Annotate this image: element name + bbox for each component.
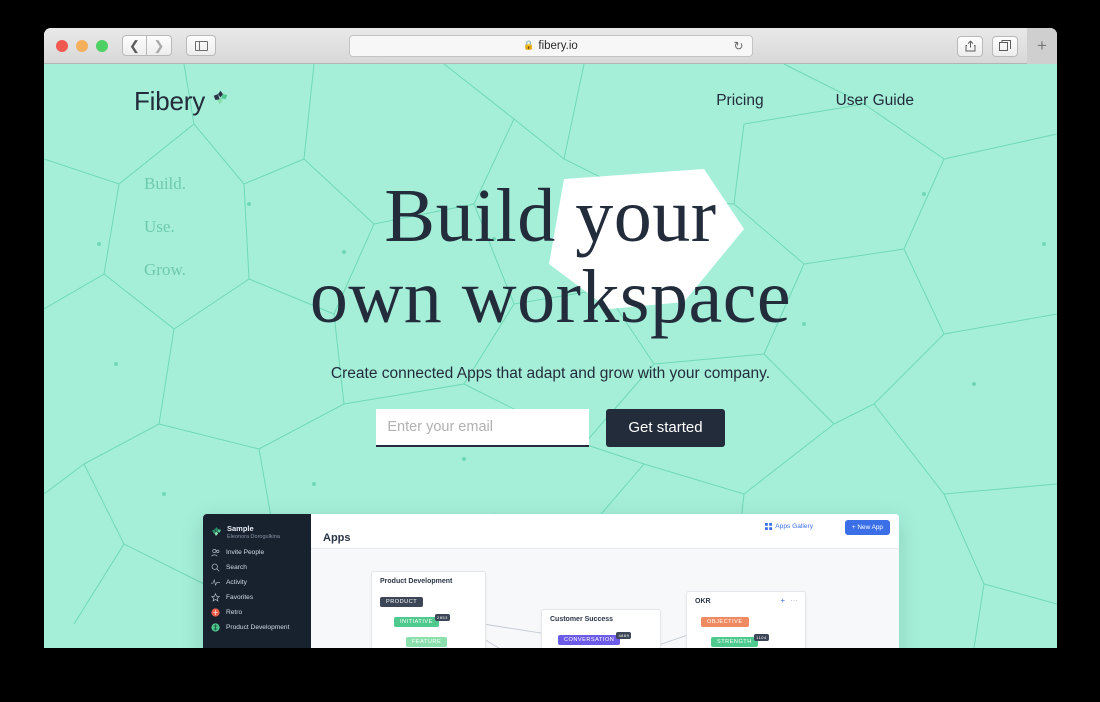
fibery-logo[interactable]: Fibery bbox=[134, 86, 229, 117]
back-button[interactable]: ❮ bbox=[122, 35, 147, 56]
lock-icon: 🔒 bbox=[523, 40, 535, 50]
entity-chip[interactable]: PRODUCT bbox=[380, 597, 424, 607]
show-tabs-button[interactable] bbox=[992, 35, 1018, 57]
sidebar-toggle-button[interactable] bbox=[186, 35, 216, 56]
get-started-button[interactable]: Get started bbox=[606, 408, 725, 447]
sidebar-item-label: Invite People bbox=[226, 549, 265, 556]
sidebar-item-invite-people[interactable]: Invite People bbox=[203, 545, 311, 560]
sidebar-item-label: Product Development bbox=[226, 624, 290, 631]
url-text: fibery.io bbox=[538, 39, 578, 52]
app-card-product-development[interactable]: Product Development PRODUCT INITIATIVE 28… bbox=[371, 571, 486, 648]
headline-line-2: own workspace bbox=[309, 255, 792, 340]
card-actions: + ··· bbox=[780, 597, 798, 605]
workspace-name: Sample bbox=[227, 524, 254, 533]
sidebar-toggle-icon bbox=[194, 40, 208, 51]
chip-count: 4889 bbox=[616, 632, 632, 639]
hero-section: Build your own workspace Create connecte… bbox=[44, 174, 1057, 447]
app-header: Apps question-mark-icon Apps Gallery + N… bbox=[311, 514, 899, 549]
new-app-button[interactable]: + New App bbox=[844, 520, 890, 535]
hero-subtitle: Create connected Apps that adapt and gro… bbox=[330, 364, 771, 382]
entity-chip[interactable]: INITIATIVE 2853 bbox=[394, 614, 450, 627]
app-card-okr[interactable]: OKR + ··· OBJECTIVE STRENGTH 1104 bbox=[686, 591, 806, 648]
card-title: Customer Success bbox=[550, 616, 614, 623]
signup-form: Get started bbox=[44, 408, 1057, 447]
browser-toolbar: ❮ ❯ 🔒 fibery.io ↻ + bbox=[44, 28, 1057, 64]
entity-chip[interactable]: CONVERSATION 4889 bbox=[558, 632, 632, 645]
workspace-user: Eleonora Dorogulkina bbox=[227, 534, 280, 540]
minimize-window-button[interactable] bbox=[76, 39, 88, 52]
entity-chip[interactable]: FEATURE bbox=[406, 637, 448, 647]
share-button[interactable] bbox=[957, 35, 983, 57]
sidebar-item-activity[interactable]: Activity bbox=[203, 575, 311, 590]
email-input[interactable] bbox=[376, 408, 590, 447]
screen-root: ❮ ❯ 🔒 fibery.io ↻ + Fibery Pricing User … bbox=[0, 0, 1100, 702]
card-more-button[interactable]: ··· bbox=[790, 597, 798, 605]
page-title: Apps bbox=[323, 532, 351, 544]
product-avatar-icon bbox=[211, 623, 220, 632]
add-entity-button[interactable]: + bbox=[780, 597, 785, 605]
sidebar-item-label: Retro bbox=[226, 609, 243, 616]
forward-button[interactable]: ❯ bbox=[147, 35, 172, 56]
sidebar-item-product-development[interactable]: Product Development bbox=[203, 620, 311, 635]
sidebar-item-label: Activity bbox=[226, 579, 247, 586]
app-main: Apps question-mark-icon Apps Gallery + N… bbox=[311, 514, 899, 648]
card-title: Product Development bbox=[380, 578, 453, 585]
logo-text: Fibery bbox=[134, 85, 206, 116]
sidebar-item-favorites[interactable]: Favorites bbox=[203, 590, 311, 605]
sidebar-item-search[interactable]: Search bbox=[203, 560, 311, 575]
product-screenshot: Sample Eleonora Dorogulkina Invite Peopl… bbox=[203, 514, 899, 648]
reload-button[interactable]: ↻ bbox=[733, 39, 743, 53]
app-card-customer-success[interactable]: Customer Success CONVERSATION4889 REQUES… bbox=[541, 609, 661, 648]
sidebar-item-label: Search bbox=[226, 564, 247, 571]
apps-gallery-label: Apps Gallery bbox=[775, 523, 813, 530]
entity-chip[interactable]: OBJECTIVE bbox=[701, 617, 749, 627]
app-sidebar: Sample Eleonora Dorogulkina Invite Peopl… bbox=[203, 514, 311, 648]
site-header: Fibery Pricing User Guide bbox=[44, 64, 1057, 138]
toolbar-right-tools: + bbox=[957, 28, 1057, 64]
fibery-mark-icon bbox=[212, 527, 221, 536]
nav-link-pricing[interactable]: Pricing bbox=[716, 92, 763, 110]
star-icon bbox=[211, 593, 220, 602]
headline-line-1: Build your bbox=[384, 174, 717, 258]
grid-icon bbox=[765, 523, 773, 530]
chip-count: 2853 bbox=[434, 614, 450, 621]
maximize-window-button[interactable] bbox=[96, 39, 108, 52]
show-tabs-icon bbox=[999, 40, 1011, 51]
address-bar[interactable]: 🔒 fibery.io ↻ bbox=[348, 34, 753, 57]
chip-count: 1104 bbox=[754, 634, 769, 641]
search-icon bbox=[211, 563, 220, 572]
navigation-buttons: ❮ ❯ bbox=[122, 35, 172, 56]
retro-avatar-icon bbox=[211, 608, 220, 617]
sidebar-item-retro[interactable]: Retro bbox=[203, 605, 311, 620]
window-controls bbox=[56, 39, 108, 52]
share-icon bbox=[965, 40, 975, 52]
activity-icon bbox=[211, 578, 220, 587]
browser-window: ❮ ❯ 🔒 fibery.io ↻ + Fibery Pricing User … bbox=[44, 28, 1057, 648]
close-window-button[interactable] bbox=[56, 39, 68, 52]
fibery-mark-icon bbox=[213, 90, 228, 104]
apps-gallery-link[interactable]: Apps Gallery bbox=[765, 523, 813, 530]
people-icon bbox=[211, 548, 220, 557]
web-page: Fibery Pricing User Guide Build. Use. Gr… bbox=[44, 64, 1057, 648]
site-nav: Pricing User Guide bbox=[716, 92, 1012, 110]
entity-chip[interactable]: STRENGTH 1104 bbox=[711, 634, 769, 647]
workspace-switcher[interactable]: Sample Eleonora Dorogulkina bbox=[203, 522, 311, 545]
nav-link-user-guide[interactable]: User Guide bbox=[836, 92, 914, 110]
sidebar-item-label: Favorites bbox=[226, 594, 254, 601]
apps-canvas[interactable]: Product Development PRODUCT INITIATIVE 28… bbox=[311, 549, 899, 648]
hero-headline: Build your own workspace bbox=[44, 174, 1057, 340]
new-tab-button[interactable]: + bbox=[1027, 28, 1057, 64]
